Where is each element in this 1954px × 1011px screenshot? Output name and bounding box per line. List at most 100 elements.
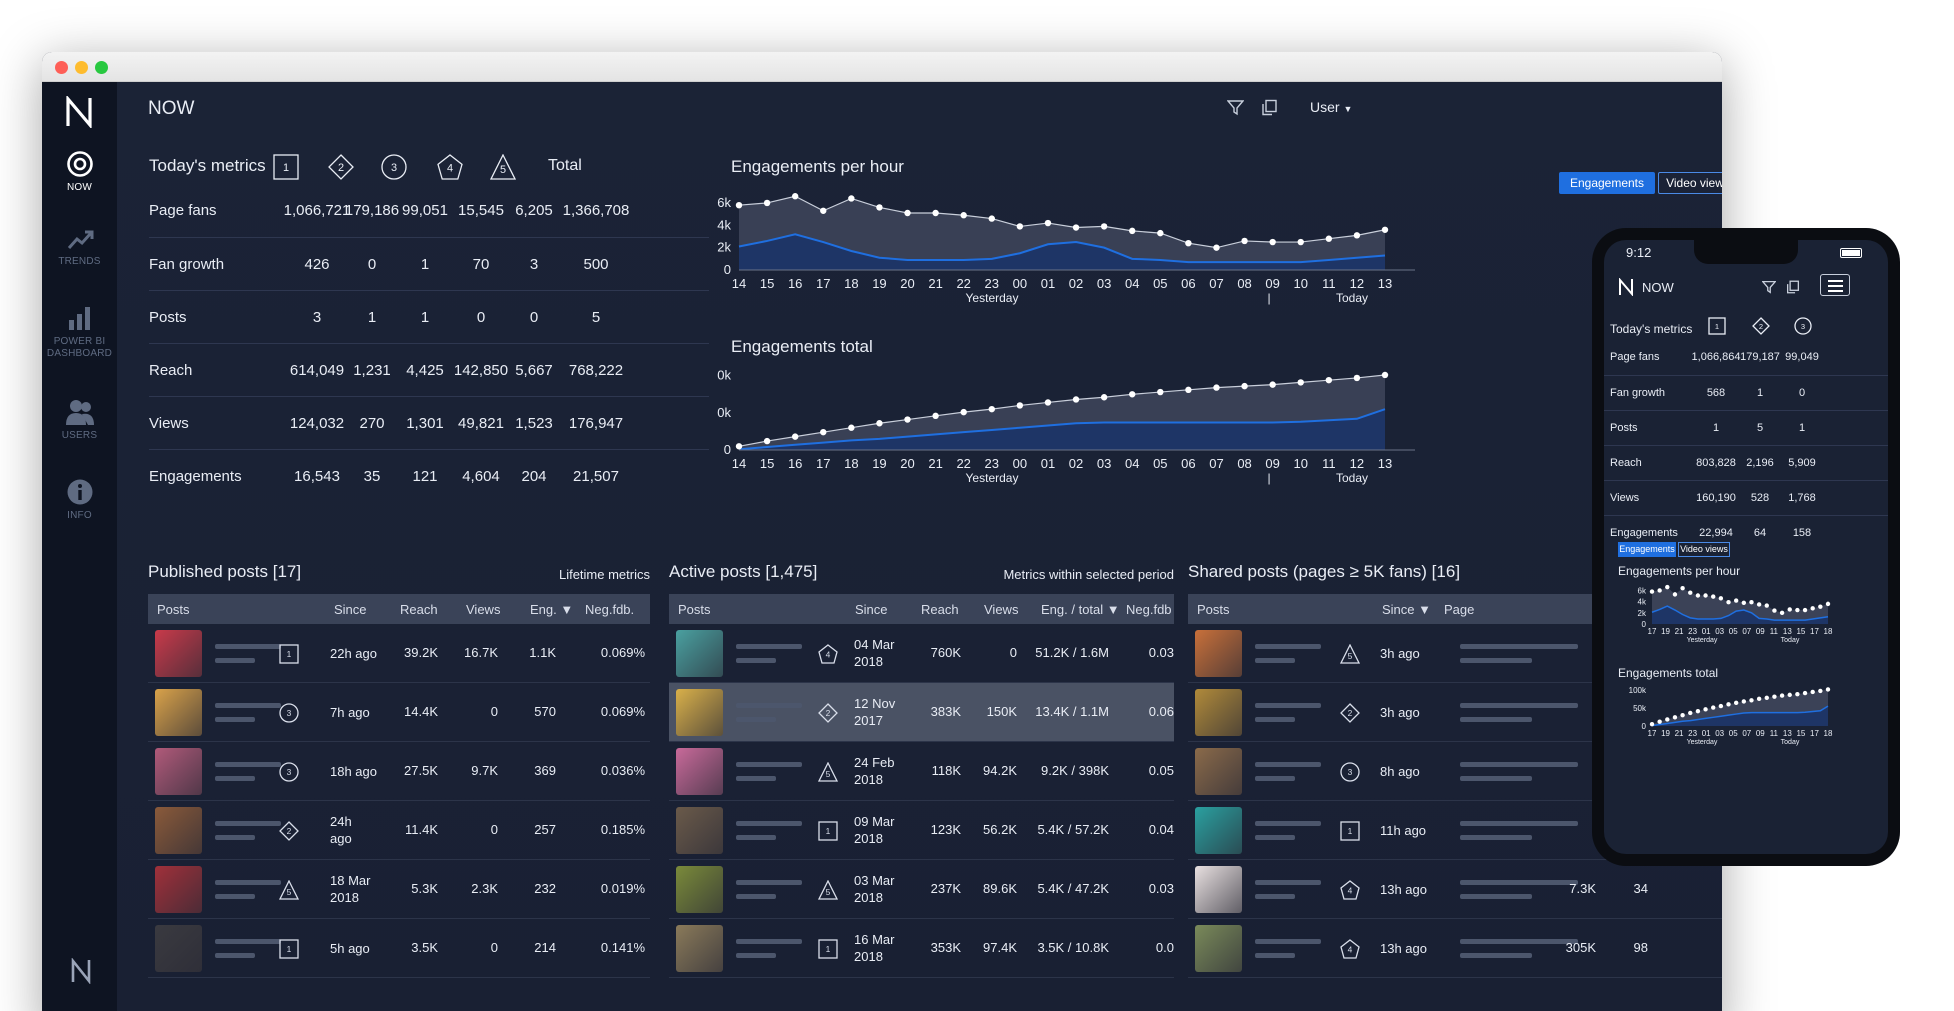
table-row[interactable]: 5 18 Mar 2018 5.3K 2.3K 232 0.019% <box>148 860 650 919</box>
post-neg: 0.03 <box>1148 881 1174 896</box>
post-thumbnail[interactable] <box>155 689 202 736</box>
phone-metric-row: Fan growth 568 1 0 <box>1604 375 1888 410</box>
placeholder-text-line <box>736 644 802 649</box>
post-thumbnail[interactable] <box>155 925 202 972</box>
post-eng: 214 <box>534 940 556 955</box>
x-tick-label: 21 <box>928 456 942 471</box>
copy-icon[interactable] <box>1261 99 1278 121</box>
post-thumbnail[interactable] <box>1195 925 1242 972</box>
hamburger-menu-icon[interactable] <box>1820 274 1850 296</box>
column-header[interactable]: Since <box>334 602 367 617</box>
post-thumbnail[interactable] <box>155 630 202 677</box>
column-header[interactable]: Views <box>984 602 1018 617</box>
column-header[interactable]: Reach <box>400 602 438 617</box>
data-point <box>1649 589 1655 594</box>
post-thumbnail[interactable] <box>676 925 723 972</box>
data-point <box>1044 219 1052 227</box>
column-header[interactable]: Eng. ▼ <box>530 602 573 617</box>
post-thumbnail[interactable] <box>676 748 723 795</box>
column-header[interactable]: Views <box>466 602 500 617</box>
data-point <box>1787 692 1792 698</box>
engagements-per-hour-chart: 0 2k 4k 6k 14 15 16 17 18 19 20 21 22 23 00 01 02 03 04 05 0… <box>717 193 1415 305</box>
post-thumbnail[interactable] <box>676 807 723 854</box>
phone-video-views-toggle[interactable]: Video views <box>1678 542 1730 557</box>
column-header[interactable]: Neg.fdb <box>1126 602 1172 617</box>
column-header[interactable]: Since <box>855 602 888 617</box>
post-thumbnail[interactable] <box>1195 748 1242 795</box>
minimize-window-button[interactable] <box>75 61 88 74</box>
post-thumbnail[interactable] <box>1195 866 1242 913</box>
zoom-window-button[interactable] <box>95 61 108 74</box>
phone-metric-label: Views <box>1610 492 1640 504</box>
today-label: Today <box>1336 471 1368 485</box>
column-header[interactable]: Neg.fdb. <box>585 602 634 617</box>
data-point <box>1741 699 1747 704</box>
phone-copy-icon[interactable] <box>1786 280 1800 299</box>
x-tick-label: 21 <box>928 276 942 291</box>
table-row[interactable]: 1 5h ago 3.5K 0 214 0.141% <box>148 919 650 978</box>
post-eng: 5.4K / 47.2K <box>1037 881 1109 896</box>
phone-engagements-toggle[interactable]: Engagements <box>1618 542 1676 557</box>
post-views: 150K <box>986 704 1017 719</box>
table-row[interactable]: 5 03 Mar 2018 237K 89.6K 5.4K / 47.2K 0.03 <box>669 860 1174 919</box>
post-eng: 1.1K <box>529 645 556 660</box>
filter-icon[interactable] <box>1226 99 1245 121</box>
data-point <box>1711 594 1716 599</box>
data-point <box>1213 384 1220 391</box>
post-thumbnail[interactable] <box>1195 807 1242 854</box>
column-header[interactable]: Posts <box>1197 602 1230 617</box>
phone-engagements-per-hour-chart: 0 2k 4k 6k 17 19 21 23 01 03 05 07 09 11 13 15 17 18 Yeste… <box>1638 584 1833 644</box>
nav-item-power-bi[interactable]: POWER BI DASHBOARD <box>42 304 117 360</box>
data-point <box>1802 607 1808 613</box>
table-row[interactable]: 1 09 Mar 2018 123K 56.2K 5.4K / 57.2K 0.04 <box>669 801 1174 860</box>
table-row[interactable]: 4 13h ago 305K 98 <box>1188 919 1722 978</box>
post-thumbnail[interactable] <box>155 807 202 854</box>
nav-label: NOW <box>66 182 93 193</box>
table-row[interactable]: 1 22h ago 39.2K 16.7K 1.1K 0.069% <box>148 624 650 683</box>
tier-2-diamond-icon: 2 <box>328 154 354 180</box>
column-header[interactable]: Since ▼ <box>1382 602 1431 617</box>
table-title: Shared posts (pages ≥ 5K fans) [16] <box>1188 562 1461 581</box>
data-point <box>1756 696 1762 702</box>
tier-1-square-icon: 1 <box>273 154 299 180</box>
tier-1-square-icon: 1 <box>1340 821 1360 841</box>
table-row[interactable]: 4 13h ago 7.3K 34 <box>1188 860 1722 919</box>
close-window-button[interactable] <box>55 61 68 74</box>
phone-filter-icon[interactable] <box>1761 280 1777 299</box>
post-thumbnail[interactable] <box>676 866 723 913</box>
column-header[interactable]: Posts <box>157 602 190 617</box>
post-thumbnail[interactable] <box>155 866 202 913</box>
chart-title: Engagements per hour <box>731 157 904 176</box>
metric-row: Reach 614,049 1,231 4,425 142,850 5,667 768,22… <box>149 343 709 396</box>
post-thumbnail[interactable] <box>1195 630 1242 677</box>
table-row[interactable]: 4 04 Mar 2018 760K 0 51.2K / 1.6M 0.03 <box>669 624 1174 683</box>
table-row[interactable]: 2 24h ago 11.4K 0 257 0.185% <box>148 801 650 860</box>
nav-item-trends[interactable]: TRENDS <box>42 228 117 267</box>
phone-metric-value: 1 <box>1798 422 1806 434</box>
nav-item-info[interactable]: INFO <box>42 478 117 521</box>
placeholder-text-line <box>1255 821 1321 826</box>
post-thumbnail[interactable] <box>676 630 723 677</box>
placeholder-text-line <box>215 880 281 885</box>
post-thumbnail[interactable] <box>155 748 202 795</box>
column-header[interactable]: Reach <box>921 602 959 617</box>
data-point <box>1695 708 1701 714</box>
data-point <box>1795 607 1800 613</box>
table-row[interactable]: 2 12 Nov 2017 383K 150K 13.4K / 1.1M 0.06 <box>669 683 1174 742</box>
post-thumbnail[interactable] <box>676 689 723 736</box>
nav-item-users[interactable]: USERS <box>42 398 117 441</box>
y-tick-label: 100k <box>717 368 731 383</box>
column-header[interactable]: Posts <box>678 602 711 617</box>
table-row[interactable]: 3 7h ago 14.4K 0 570 0.069% <box>148 683 650 742</box>
post-reach: 5.3K <box>411 881 438 896</box>
table-row[interactable]: 5 24 Feb 2018 118K 94.2K 9.2K / 398K 0.05 <box>669 742 1174 801</box>
table-row[interactable]: 3 18h ago 27.5K 9.7K 369 0.036% <box>148 742 650 801</box>
tier-1-square-icon: 1 <box>279 939 299 959</box>
user-menu[interactable]: User ▼ <box>1310 99 1352 115</box>
column-header[interactable]: Eng. / total ▼ <box>1041 602 1120 617</box>
nav-item-now[interactable]: NOW <box>42 150 117 193</box>
column-header[interactable]: Page <box>1444 602 1474 617</box>
post-thumbnail[interactable] <box>1195 689 1242 736</box>
post-since: 12 Nov 2017 <box>854 696 896 728</box>
table-row[interactable]: 1 16 Mar 2018 353K 97.4K 3.5K / 10.8K 0.0 <box>669 919 1174 978</box>
